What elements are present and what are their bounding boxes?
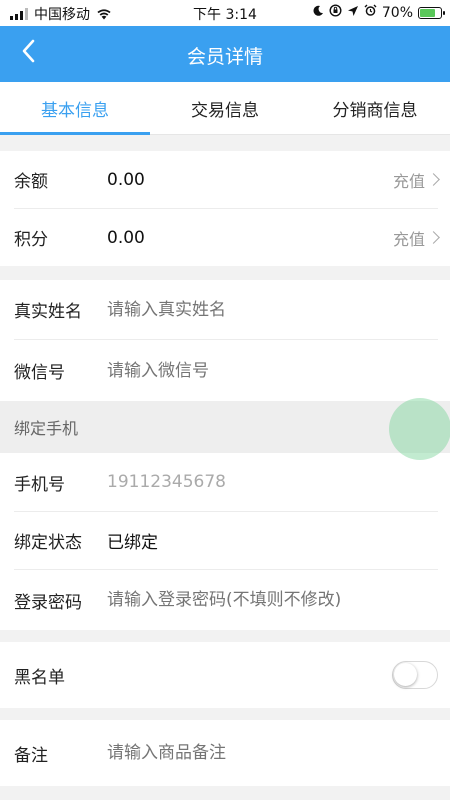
bind-phone-section-title: 绑定手机 [14, 419, 79, 438]
password-row: 登录密码 [14, 570, 438, 630]
realname-label: 真实姓名 [14, 302, 82, 322]
blacklist-toggle[interactable] [392, 661, 438, 689]
touch-indicator [389, 398, 450, 460]
account-group: 余额 0.00 充值 积分 0.00 充值 [0, 151, 450, 266]
bind-status-row: 绑定状态 已绑定 [14, 512, 438, 570]
realname-input[interactable] [107, 299, 438, 320]
section-gap [0, 266, 450, 280]
alarm-icon [364, 4, 377, 21]
tab-distributor-info[interactable]: 分销商信息 [300, 82, 450, 134]
blacklist-label: 黑名单 [14, 667, 65, 688]
bind-phone-section-header: 绑定手机 [0, 401, 450, 453]
remark-label: 备注 [14, 745, 48, 766]
bind-status-value: 已绑定 [107, 533, 158, 553]
blacklist-row: 黑名单 [14, 642, 438, 708]
wechat-row: 微信号 [14, 340, 438, 401]
orientation-lock-icon [329, 4, 342, 21]
balance-value: 0.00 [107, 169, 145, 190]
battery-icon [418, 6, 445, 19]
status-right: 70% [312, 4, 445, 21]
phone-group: 手机号 19112345678 绑定状态 已绑定 登录密码 [0, 453, 450, 630]
moon-icon [312, 5, 324, 21]
tab-bar: 基本信息 交易信息 分销商信息 [0, 82, 450, 135]
toggle-knob [394, 663, 417, 686]
battery-fill [420, 8, 436, 17]
remark-row: 备注 [14, 720, 438, 786]
phone-label: 手机号 [14, 474, 65, 495]
blacklist-group: 黑名单 [0, 642, 450, 708]
section-gap [0, 630, 450, 642]
balance-recharge-button[interactable]: 充值 [392, 168, 440, 192]
phone-value: 19112345678 [107, 472, 226, 492]
page-title: 会员详情 [186, 46, 263, 68]
battery-percent: 70% [381, 4, 413, 21]
balance-row: 余额 0.00 充值 [14, 151, 440, 209]
tab-basic-info[interactable]: 基本信息 [0, 82, 150, 135]
chevron-right-icon [427, 231, 440, 244]
realname-row: 真实姓名 [14, 280, 438, 340]
balance-recharge-label: 充值 [392, 171, 425, 191]
bind-status-label: 绑定状态 [14, 533, 82, 553]
password-label: 登录密码 [14, 592, 82, 613]
points-recharge-button[interactable]: 充值 [392, 226, 440, 250]
password-input[interactable] [107, 590, 438, 610]
remark-input[interactable] [107, 743, 438, 763]
points-row: 积分 0.00 充值 [14, 209, 440, 266]
points-value: 0.00 [107, 227, 145, 248]
tab-transaction-info[interactable]: 交易信息 [150, 82, 300, 134]
chevron-right-icon [427, 173, 440, 186]
profile-group: 真实姓名 微信号 [0, 280, 450, 401]
points-label: 积分 [14, 230, 48, 250]
wechat-input[interactable] [107, 360, 438, 381]
remark-group: 备注 [0, 720, 450, 786]
section-gap [0, 135, 450, 151]
points-recharge-label: 充值 [392, 229, 425, 249]
section-gap [0, 708, 450, 720]
nav-bar: 会员详情 [0, 26, 450, 82]
wechat-label: 微信号 [14, 363, 65, 383]
balance-label: 余额 [14, 172, 48, 192]
location-icon [347, 5, 359, 21]
status-bar: 中国移动 下午 3:14 70% [0, 0, 450, 26]
phone-row: 手机号 19112345678 [14, 453, 438, 512]
